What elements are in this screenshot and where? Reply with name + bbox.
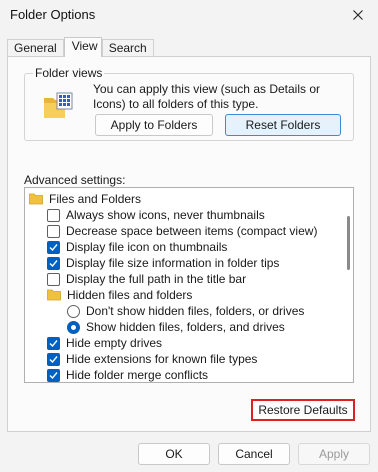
- apply-to-folders-button[interactable]: Apply to Folders: [95, 114, 213, 136]
- option-label: Display file icon on thumbnails: [66, 240, 228, 254]
- option-hide-merge-conflicts[interactable]: Hide folder merge conflicts: [47, 367, 209, 382]
- radio-button[interactable]: [67, 304, 80, 318]
- tree-item-hidden-files: Hidden files and folders: [47, 287, 192, 303]
- option-label: Display the full path in the title bar: [66, 272, 247, 286]
- checkbox-checked[interactable]: [47, 256, 60, 270]
- option-show-hidden[interactable]: Show hidden files, folders, and drives: [67, 319, 285, 335]
- view-tab-panel: Folder views You can apply this view (su…: [7, 56, 371, 432]
- folder-icon: [29, 193, 43, 205]
- tab-strip: General View Search: [7, 37, 154, 57]
- tab-search[interactable]: Search: [101, 39, 154, 57]
- option-decrease-space[interactable]: Decrease space between items (compact vi…: [47, 223, 317, 239]
- checkmark-icon: [49, 243, 58, 251]
- cancel-button[interactable]: Cancel: [218, 443, 290, 465]
- option-label: Show hidden files, folders, and drives: [86, 320, 285, 334]
- checkmark-icon: [49, 259, 58, 267]
- close-icon: [353, 10, 363, 20]
- option-display-full-path[interactable]: Display the full path in the title bar: [47, 271, 246, 287]
- option-label: Decrease space between items (compact vi…: [66, 224, 318, 238]
- folder-views-description: You can apply this view (such as Details…: [93, 82, 321, 111]
- option-label: Display file size information in folder …: [66, 256, 280, 270]
- option-label: Hide empty drives: [66, 336, 163, 350]
- tree-item-label: Files and Folders: [49, 192, 142, 206]
- option-label: Don't show hidden files, folders, or dri…: [86, 304, 305, 318]
- option-dont-show-hidden[interactable]: Don't show hidden files, folders, or dri…: [67, 303, 304, 319]
- checkbox[interactable]: [47, 208, 60, 222]
- folder-views-group: Folder views You can apply this view (su…: [24, 66, 354, 141]
- option-display-file-icon[interactable]: Display file icon on thumbnails: [47, 239, 227, 255]
- tree-item-files-and-folders: Files and Folders: [29, 191, 141, 207]
- reset-folders-button[interactable]: Reset Folders: [225, 114, 341, 136]
- ok-button[interactable]: OK: [138, 443, 210, 465]
- apply-button[interactable]: Apply: [298, 443, 370, 465]
- checkbox[interactable]: [47, 272, 60, 286]
- option-hide-extensions[interactable]: Hide extensions for known file types: [47, 351, 257, 367]
- checkmark-icon: [49, 371, 58, 379]
- advanced-settings-list[interactable]: Files and Folders Always show icons, nev…: [24, 187, 354, 383]
- checkbox[interactable]: [47, 224, 60, 238]
- option-hide-empty-drives[interactable]: Hide empty drives: [47, 335, 162, 351]
- tree-item-label: Hidden files and folders: [67, 288, 193, 302]
- checkbox-checked[interactable]: [47, 240, 60, 254]
- tab-view[interactable]: View: [63, 37, 102, 57]
- checkmark-icon: [49, 355, 58, 363]
- option-label: Hide extensions for known file types: [66, 352, 258, 366]
- window-title: Folder Options: [10, 7, 96, 22]
- option-label: Always show icons, never thumbnails: [66, 208, 265, 222]
- advanced-settings-label: Advanced settings:: [24, 173, 126, 187]
- restore-defaults-button[interactable]: Restore Defaults: [251, 399, 355, 421]
- checkbox-checked[interactable]: [47, 368, 60, 382]
- checkbox-checked[interactable]: [47, 336, 60, 350]
- folder-grid-icon: [44, 92, 73, 118]
- checkmark-icon: [49, 339, 58, 347]
- scrollbar-thumb[interactable]: [347, 216, 350, 270]
- checkbox-checked[interactable]: [47, 352, 60, 366]
- tab-general[interactable]: General: [7, 39, 64, 57]
- list-scrollbar[interactable]: [343, 188, 353, 382]
- radio-button-selected[interactable]: [67, 320, 80, 334]
- option-always-show-icons[interactable]: Always show icons, never thumbnails: [47, 207, 265, 223]
- option-label: Hide folder merge conflicts: [66, 368, 209, 382]
- option-display-file-size[interactable]: Display file size information in folder …: [47, 255, 279, 271]
- title-bar: Folder Options: [0, 0, 378, 30]
- folder-icon: [47, 289, 61, 301]
- close-button[interactable]: [338, 0, 378, 30]
- folder-views-legend: Folder views: [33, 66, 105, 80]
